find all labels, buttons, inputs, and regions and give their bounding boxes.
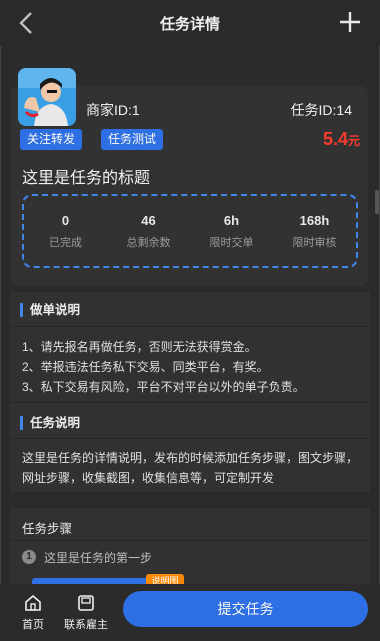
- avatar-illustration-icon: [18, 68, 76, 126]
- merchant-id: 商家ID:1: [86, 102, 140, 118]
- instructions-card: 做单说明 1、请先报名再做任务，否则无法获得赏金。 2、举报违法任务私下交易、同…: [10, 292, 370, 492]
- submit-task-button[interactable]: 提交任务: [123, 591, 368, 627]
- step-text: 这里是任务的第一步: [44, 551, 153, 565]
- contact-icon: [78, 595, 94, 611]
- merchant-avatar: [18, 68, 76, 126]
- order-note-1: 1、请先报名再做任务，否则无法获得赏金。: [22, 340, 257, 354]
- task-price: 5.4元: [322, 129, 360, 149]
- order-note-2: 2、举报违法任务私下交易、同类平台，有奖。: [22, 360, 269, 374]
- bottom-bar: 首页 联系雇主 提交任务: [0, 584, 380, 641]
- nav-home-label: 首页: [22, 619, 44, 631]
- nav-home[interactable]: 首页: [22, 594, 44, 632]
- order-notes-heading: 做单说明: [20, 303, 80, 317]
- order-note-3: 3、私下交易有风险，平台不对平台以外的单子负责。: [22, 380, 305, 394]
- stat-review-limit: 168h 限时审核: [292, 212, 337, 249]
- home-icon: [25, 594, 41, 611]
- tag-task-test: 任务测试: [101, 129, 164, 150]
- scrollbar[interactable]: [375, 190, 379, 214]
- divider: [10, 402, 370, 403]
- task-desc-text: 这里是任务的详情说明，发布的时候添加任务步骤，图文步骤，网址步骤，收集截图，收集…: [22, 451, 359, 485]
- task-id: 任务ID:14: [290, 102, 352, 118]
- stat-remaining: 46 总剩余数: [126, 212, 171, 249]
- stat-submit-limit: 6h 限时交单: [209, 212, 254, 249]
- stat-completed: 0 已完成: [49, 212, 82, 249]
- page-title: 任务详情: [159, 15, 220, 33]
- stats-panel: 0 已完成 46 总剩余数 6h 限时交单 168h 限时审核: [22, 194, 358, 268]
- task-title: 这里是任务的标题: [22, 170, 151, 187]
- step-number: 1: [22, 550, 36, 564]
- top-bar: 任务详情: [0, 0, 380, 46]
- divider: [10, 540, 370, 541]
- plus-icon[interactable]: [338, 10, 362, 34]
- steps-heading: 任务步骤: [22, 522, 73, 536]
- nav-contact-label: 联系雇主: [64, 619, 108, 631]
- divider: [10, 438, 370, 439]
- tag-follow-share: 关注转发: [20, 129, 83, 150]
- back-arrow-icon[interactable]: [14, 10, 40, 36]
- nav-contact-employer[interactable]: 联系雇主: [64, 594, 108, 632]
- divider: [10, 326, 370, 327]
- task-desc-heading: 任务说明: [20, 416, 80, 430]
